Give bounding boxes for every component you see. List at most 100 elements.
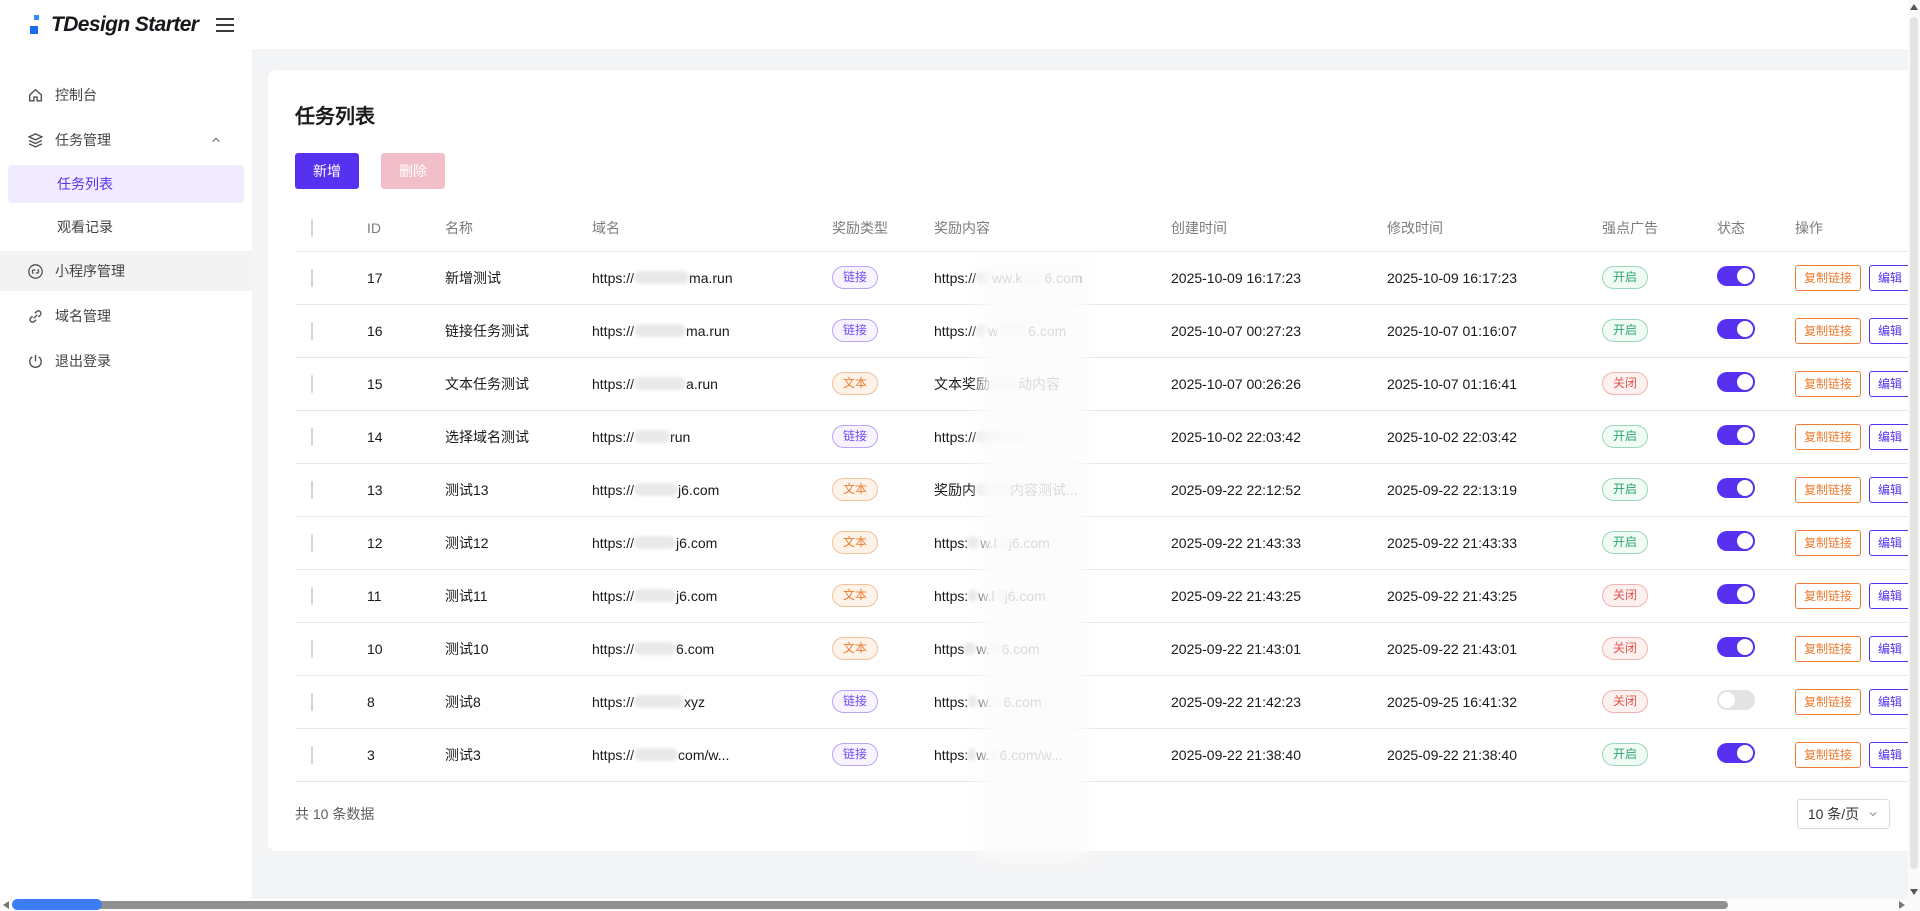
edit-button[interactable]: 编辑	[1869, 530, 1908, 556]
cell-modified-time: 2025-09-22 21:43:01	[1377, 622, 1592, 675]
copy-link-button[interactable]: 复制链接	[1795, 742, 1861, 768]
cell-ad: 关闭	[1592, 569, 1707, 622]
cell-status	[1707, 728, 1785, 781]
sidebar-item-domain-management[interactable]: 域名管理	[0, 296, 252, 336]
copy-link-button[interactable]: 复制链接	[1795, 371, 1861, 397]
copy-link-button[interactable]: 复制链接	[1795, 477, 1861, 503]
row-checkbox[interactable]	[311, 640, 313, 658]
copy-link-button[interactable]: 复制链接	[1795, 530, 1861, 556]
cell-created-time: 2025-09-22 21:38:40	[1161, 728, 1377, 781]
edit-button[interactable]: 编辑	[1869, 477, 1908, 503]
status-toggle[interactable]	[1717, 637, 1755, 657]
header-cell-0: ID	[357, 205, 435, 251]
vertical-scrollbar[interactable]	[1908, 0, 1920, 899]
row-checkbox[interactable]	[311, 269, 313, 287]
status-toggle[interactable]	[1717, 531, 1755, 551]
status-toggle[interactable]	[1717, 266, 1755, 286]
redacted-text	[634, 695, 684, 708]
cell-text: https://	[934, 323, 976, 339]
row-checkbox[interactable]	[311, 693, 313, 711]
select-all-checkbox[interactable]	[311, 219, 313, 237]
redacted-text	[991, 695, 1003, 708]
row-checkbox[interactable]	[311, 481, 313, 499]
redacted-text	[976, 430, 1026, 443]
table-footer: 共 10 条数据 10 条/页	[295, 799, 1890, 829]
row-checkbox[interactable]	[311, 534, 313, 552]
edit-button[interactable]: 编辑	[1869, 318, 1908, 344]
redacted-text	[968, 695, 978, 708]
scroll-left-arrow-icon[interactable]	[3, 901, 9, 909]
status-toggle[interactable]	[1717, 690, 1755, 710]
cell-reward-content: 奖励内内容测试...	[924, 463, 1161, 516]
menu-collapse-icon[interactable]	[216, 18, 234, 32]
header-cell-7: 强点广告	[1592, 205, 1707, 251]
sidebar-item-watch-records[interactable]: 观看记录	[0, 208, 252, 246]
ad-status-tag: 关闭	[1602, 690, 1648, 713]
copy-link-button[interactable]: 复制链接	[1795, 583, 1861, 609]
reward-type-tag: 链接	[832, 743, 878, 766]
edit-button[interactable]: 编辑	[1869, 636, 1908, 662]
cell-status	[1707, 516, 1785, 569]
cell-text: w.l	[978, 588, 994, 604]
edit-button[interactable]: 编辑	[1869, 742, 1908, 768]
redacted-text	[998, 324, 1028, 337]
cell-text: 6.com	[676, 641, 714, 657]
ad-status-tag: 开启	[1602, 319, 1648, 342]
redacted-text	[968, 536, 980, 549]
cell-reward-type: 链接	[822, 410, 924, 463]
row-checkbox[interactable]	[311, 746, 313, 764]
edit-button[interactable]: 编辑	[1869, 583, 1908, 609]
cell-id: 11	[357, 569, 435, 622]
row-checkbox[interactable]	[311, 375, 313, 393]
copy-link-button[interactable]: 复制链接	[1795, 636, 1861, 662]
cell-created-time: 2025-09-22 21:43:25	[1161, 569, 1377, 622]
cell-created-time: 2025-09-22 21:43:33	[1161, 516, 1377, 569]
delete-button[interactable]: 删除	[381, 153, 445, 189]
copy-link-button[interactable]: 复制链接	[1795, 318, 1861, 344]
page-size-select[interactable]: 10 条/页	[1797, 799, 1890, 829]
sidebar-item-miniprogram-management[interactable]: 小程序管理	[0, 251, 252, 291]
sidebar-item-task-list[interactable]: 任务列表	[8, 165, 244, 203]
scroll-right-arrow-icon[interactable]	[1899, 901, 1905, 909]
vertical-scrollbar-thumb[interactable]	[1910, 17, 1918, 869]
cell-reward-content: 文本奖励动内容	[924, 357, 1161, 410]
row-checkbox[interactable]	[311, 428, 313, 446]
status-toggle[interactable]	[1717, 425, 1755, 445]
copy-link-button[interactable]: 复制链接	[1795, 424, 1861, 450]
sidebar-item-console[interactable]: 控制台	[0, 75, 252, 115]
cell-actions: 复制链接编辑	[1785, 463, 1908, 516]
add-button[interactable]: 新增	[295, 153, 359, 189]
edit-button[interactable]: 编辑	[1869, 424, 1908, 450]
header-cell-1: 名称	[435, 205, 582, 251]
status-toggle[interactable]	[1717, 743, 1755, 763]
status-toggle[interactable]	[1717, 372, 1755, 392]
copy-link-button[interactable]: 复制链接	[1795, 689, 1861, 715]
header-cell-9: 操作	[1785, 205, 1908, 251]
edit-button[interactable]: 编辑	[1869, 265, 1908, 291]
status-toggle[interactable]	[1717, 319, 1755, 339]
redacted-text	[634, 324, 686, 337]
sidebar-item-logout[interactable]: 退出登录	[0, 341, 252, 381]
cell-text: 6.com	[1044, 270, 1082, 286]
cell-text: https://	[592, 376, 634, 392]
cell-status	[1707, 675, 1785, 728]
horizontal-scrollbar-thumb[interactable]	[16, 901, 1728, 909]
edit-button[interactable]: 编辑	[1869, 371, 1908, 397]
cell-id: 3	[357, 728, 435, 781]
header-cell-3: 奖励类型	[822, 205, 924, 251]
edit-button[interactable]: 编辑	[1869, 689, 1908, 715]
row-checkbox[interactable]	[311, 587, 313, 605]
status-toggle[interactable]	[1717, 584, 1755, 604]
scroll-down-arrow-icon[interactable]	[1910, 889, 1918, 895]
sidebar-item-task-management[interactable]: 任务管理	[0, 120, 252, 160]
copy-link-button[interactable]: 复制链接	[1795, 265, 1861, 291]
redacted-text	[997, 536, 1009, 549]
cell-checkbox	[295, 357, 357, 410]
row-checkbox[interactable]	[311, 322, 313, 340]
cell-text: w.l	[980, 535, 996, 551]
toggle-knob	[1737, 321, 1753, 337]
horizontal-scrollbar[interactable]	[0, 899, 1908, 911]
status-toggle[interactable]	[1717, 478, 1755, 498]
scroll-up-arrow-icon[interactable]	[1910, 4, 1918, 10]
cell-checkbox	[295, 410, 357, 463]
